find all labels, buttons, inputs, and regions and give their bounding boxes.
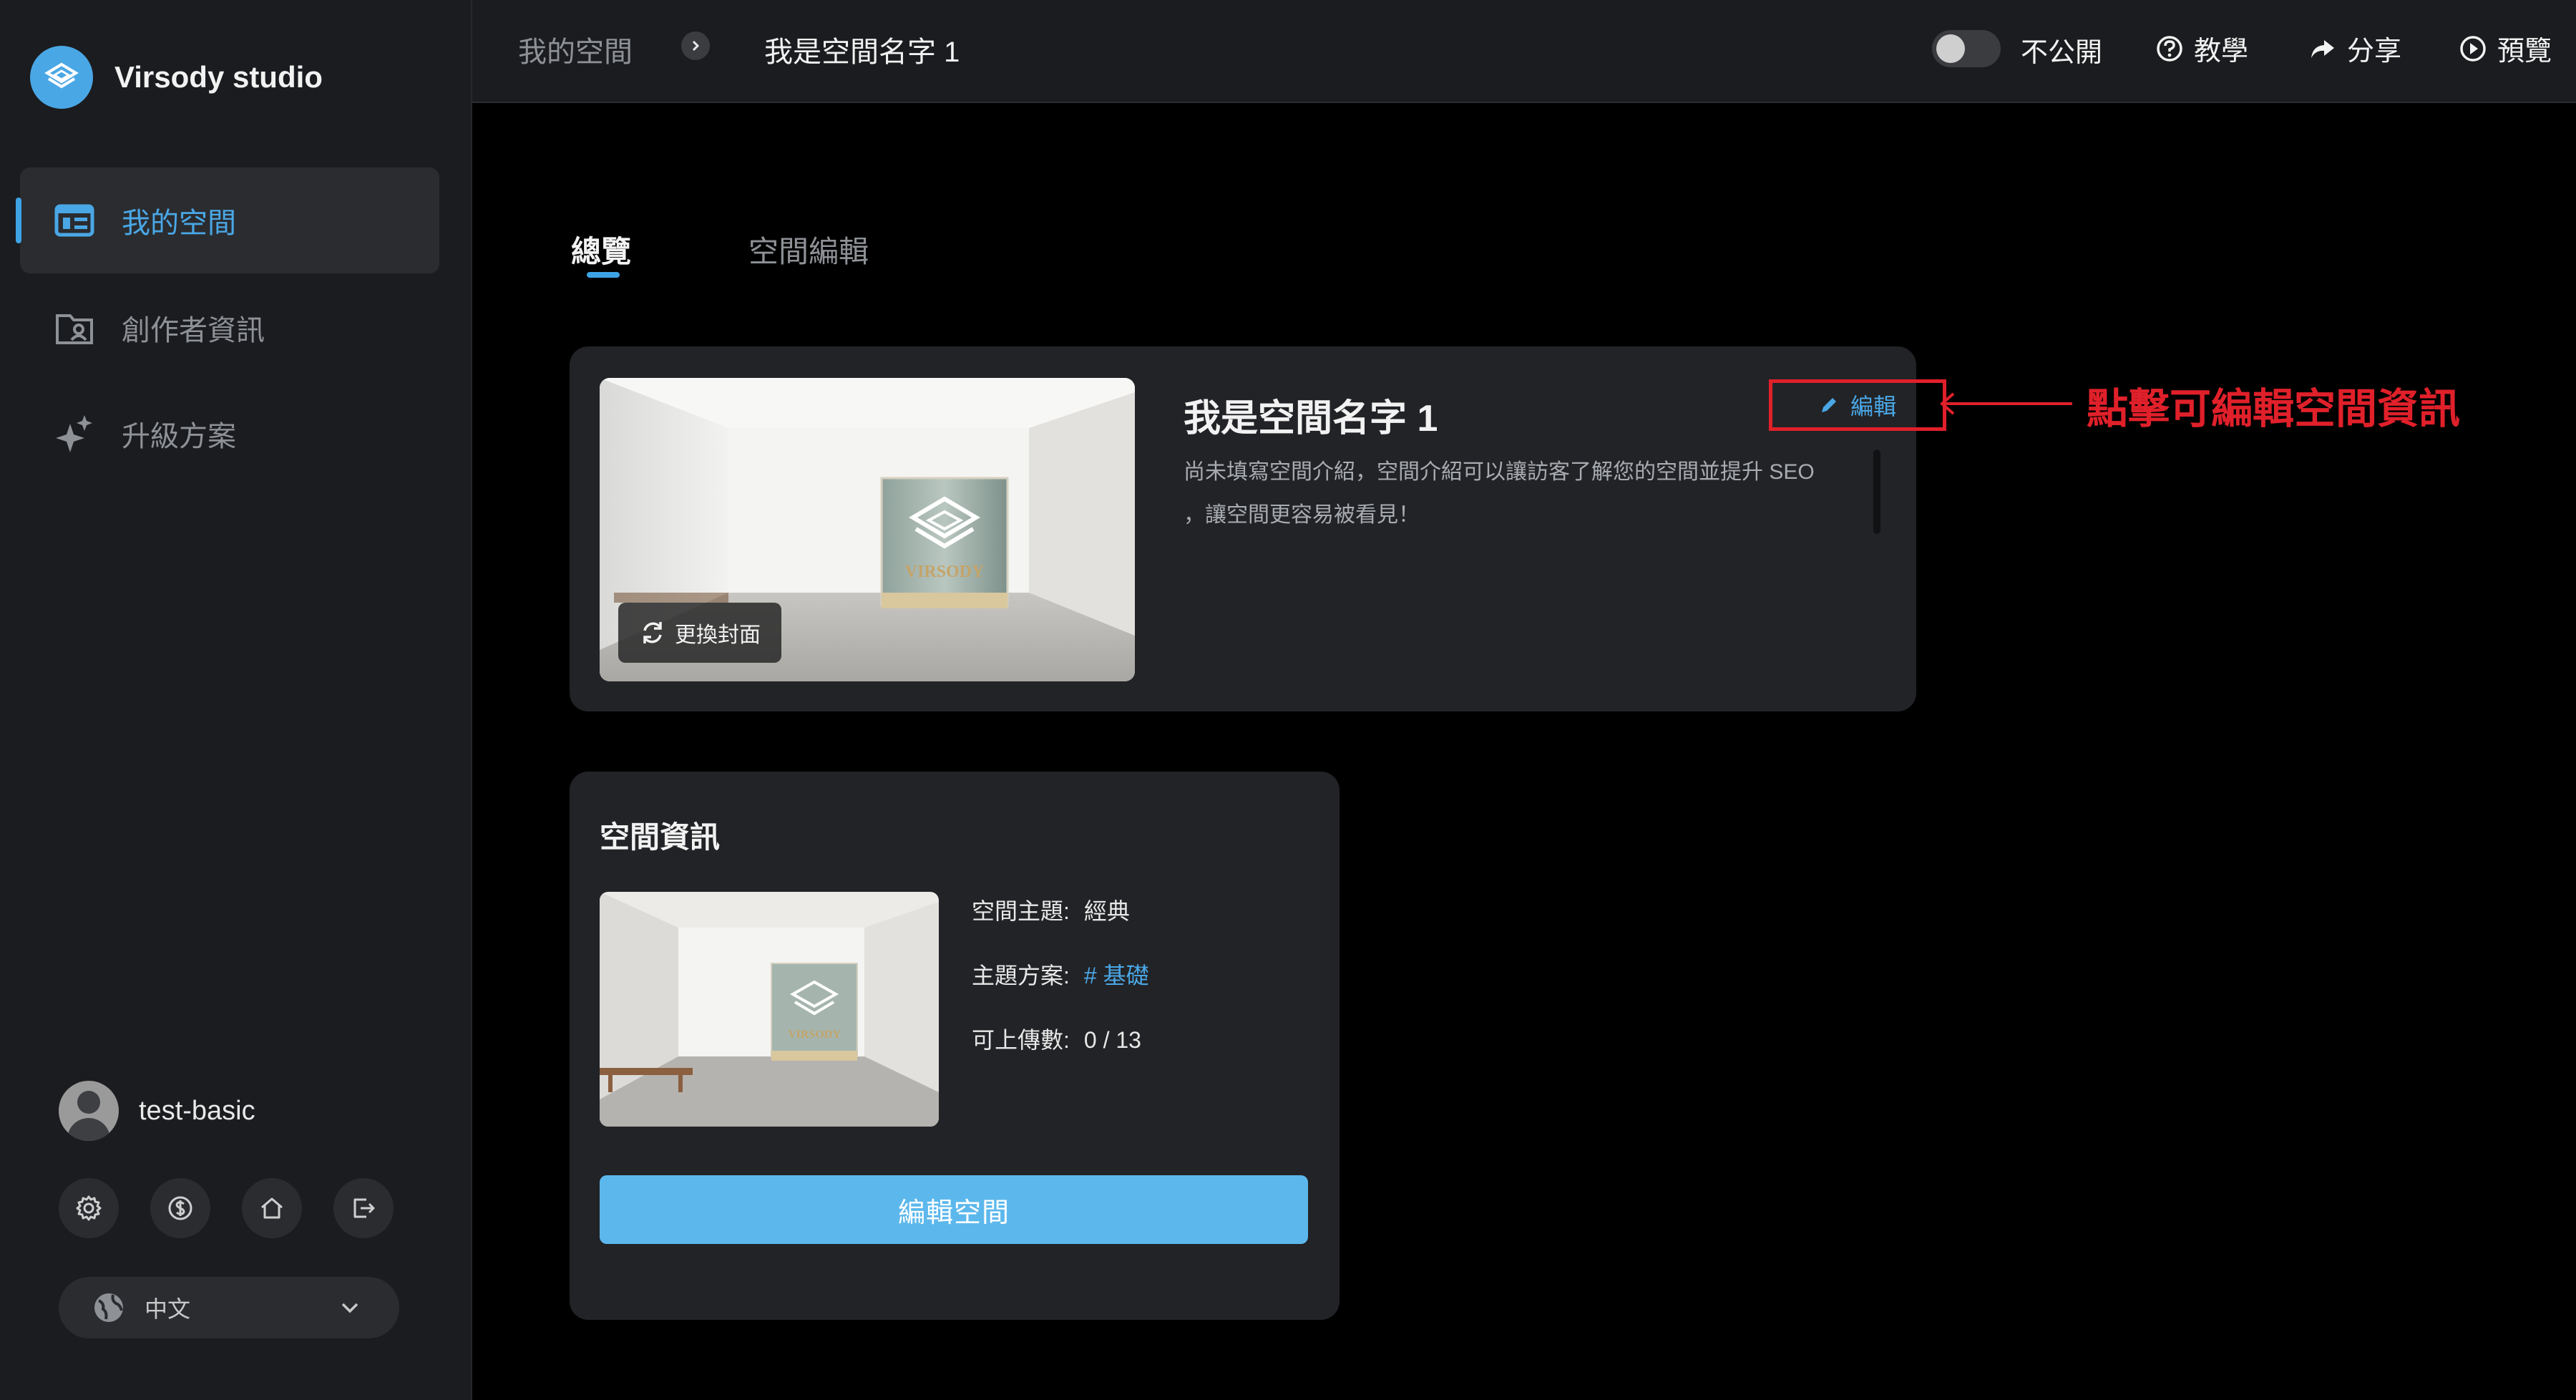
annotation-arrow-icon bbox=[1939, 392, 2072, 415]
edit-label: 編輯 bbox=[1850, 394, 1896, 419]
avatar bbox=[59, 1081, 119, 1141]
top-bar: 我的空間 我是空間名字 1 不公開 教學 分享 預覽 bbox=[472, 0, 2576, 103]
breadcrumb-my-spaces[interactable]: 我的空間 bbox=[518, 29, 633, 70]
tab-overview[interactable]: 總覽 bbox=[571, 228, 631, 271]
info-plan-row: 主題方案: # 基礎 bbox=[972, 958, 1149, 991]
edit-space-info-button[interactable]: 編輯 bbox=[1769, 379, 1946, 431]
tab-space-edit[interactable]: 空間編輯 bbox=[748, 228, 869, 271]
home-icon bbox=[261, 1197, 283, 1219]
brand-name: Virsody studio bbox=[114, 60, 323, 94]
chevron-down-icon bbox=[341, 1303, 358, 1313]
change-cover-label: 更換封面 bbox=[675, 623, 761, 647]
help-icon bbox=[2157, 35, 2182, 62]
folder-user-icon bbox=[53, 306, 96, 349]
tutorial-button[interactable]: 教學 bbox=[2155, 29, 2248, 68]
sidebar-item-label: 升級方案 bbox=[122, 421, 236, 452]
language-select[interactable]: 中文 bbox=[59, 1277, 399, 1338]
share-label: 分享 bbox=[2347, 37, 2402, 67]
play-circle-icon bbox=[2460, 35, 2486, 62]
share-button[interactable]: 分享 bbox=[2308, 29, 2401, 68]
sidebar-item-creator-info[interactable]: 創作者資訊 bbox=[20, 275, 439, 381]
space-title: 我是空間名字 1 bbox=[1184, 398, 1438, 439]
language-value: 中文 bbox=[145, 1296, 191, 1322]
tab-active-indicator bbox=[587, 272, 620, 278]
preview-label: 預覽 bbox=[2497, 37, 2552, 67]
plan-value-link[interactable]: # 基礎 bbox=[1084, 963, 1149, 988]
theme-value: 經典 bbox=[1083, 898, 1130, 924]
preview-button[interactable]: 預覽 bbox=[2459, 29, 2552, 68]
home-button[interactable] bbox=[242, 1178, 302, 1238]
sidebar-item-upgrade[interactable]: 升級方案 bbox=[20, 381, 439, 487]
pencil-icon bbox=[1821, 398, 1836, 412]
plan-label: 主題方案: bbox=[972, 963, 1070, 988]
cover-image: VIRSODY 更換封面 bbox=[600, 378, 1135, 681]
brand-logo-icon bbox=[30, 46, 93, 109]
uploads-value: 0 / 13 bbox=[1083, 1027, 1141, 1053]
space-info-card: 空間資訊 VIRSODY 空間主題: 經典 主題方案: # 基礎 可上傳數: 0 / … bbox=[570, 772, 1340, 1320]
username: test-basic bbox=[139, 1095, 255, 1126]
globe-icon bbox=[94, 1293, 123, 1322]
brand[interactable]: Virsody studio bbox=[30, 46, 323, 109]
space-info-title: 空間資訊 bbox=[600, 820, 721, 854]
sidebar: Virsody studio 我的空間 創作者資訊 升級方案 test-basi… bbox=[0, 0, 472, 1400]
info-uploads-row: 可上傳數: 0 / 13 bbox=[972, 1022, 1141, 1055]
settings-button[interactable] bbox=[59, 1178, 119, 1238]
share-icon bbox=[2311, 39, 2334, 58]
visibility-label: 不公開 bbox=[2021, 38, 2103, 68]
tutorial-label: 教學 bbox=[2194, 37, 2249, 67]
description-scrollbar[interactable] bbox=[1873, 449, 1880, 534]
user-profile[interactable]: test-basic bbox=[59, 1081, 255, 1141]
sparkle-icon bbox=[53, 412, 96, 455]
sidebar-actions bbox=[59, 1178, 394, 1238]
uploads-label: 可上傳數: bbox=[972, 1027, 1070, 1053]
breadcrumb-current: 我是空間名字 1 bbox=[764, 37, 960, 68]
space-thumbnail: VIRSODY bbox=[600, 892, 939, 1127]
sidebar-item-label: 創作者資訊 bbox=[122, 315, 265, 346]
svg-text:VIRSODY: VIRSODY bbox=[788, 1029, 841, 1041]
toggle-knob bbox=[1936, 34, 1965, 63]
theme-label: 空間主題: bbox=[972, 898, 1070, 924]
space-overview-card: VIRSODY 更換封面 我是空間名字 1 編輯 尚未填寫空間介紹，空間介紹可以… bbox=[570, 346, 1946, 711]
edit-space-button[interactable]: 編輯空間 bbox=[600, 1175, 1308, 1244]
change-cover-button[interactable]: 更換封面 bbox=[618, 603, 781, 663]
space-description: 尚未填寫空間介紹，空間介紹可以讓訪客了解您的空間並提升 SEO ，讓空間更容易被… bbox=[1184, 460, 1815, 527]
dollar-icon bbox=[168, 1196, 192, 1220]
visibility-toggle[interactable] bbox=[1932, 30, 2001, 67]
logout-button[interactable] bbox=[333, 1178, 394, 1238]
sidebar-item-my-spaces[interactable]: 我的空間 bbox=[16, 167, 439, 273]
settings-icon bbox=[76, 1195, 102, 1221]
svg-text:VIRSODY: VIRSODY bbox=[905, 563, 985, 581]
billing-button[interactable] bbox=[150, 1178, 210, 1238]
annotation-text: 點擊可編輯空間資訊 bbox=[2087, 386, 2461, 432]
logout-icon bbox=[353, 1198, 375, 1218]
sidebar-item-label: 我的空間 bbox=[122, 208, 236, 239]
info-theme-row: 空間主題: 經典 bbox=[972, 893, 1130, 926]
dashboard-icon bbox=[53, 199, 96, 242]
chevron-right-icon bbox=[681, 31, 710, 60]
refresh-icon bbox=[643, 622, 662, 643]
